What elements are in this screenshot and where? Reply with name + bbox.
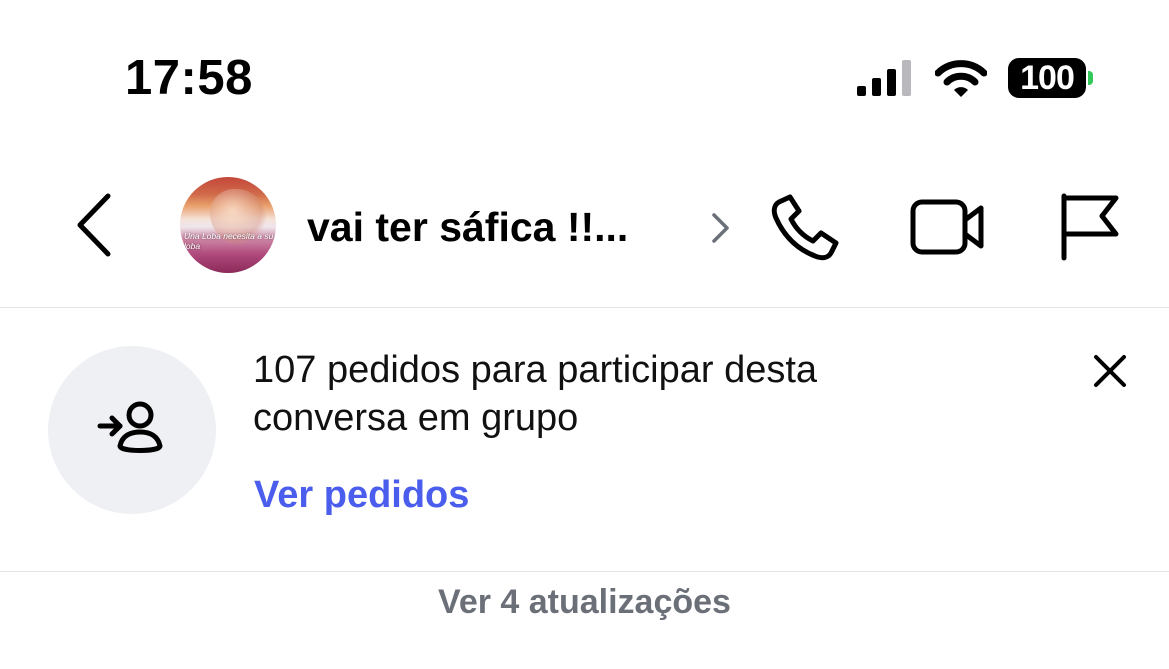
flag-icon (1061, 193, 1119, 261)
status-time: 17:58 (125, 51, 253, 105)
group-avatar[interactable]: Una Loba necesita a su loba (180, 177, 276, 273)
cellular-signal-icon (857, 60, 915, 96)
battery-charging-cap (1088, 71, 1093, 85)
video-call-button[interactable] (909, 196, 987, 258)
battery-icon: 100 (1008, 58, 1093, 98)
view-updates-link[interactable]: Ver 4 atualizações (0, 580, 1169, 624)
close-icon (1094, 355, 1126, 387)
view-requests-link[interactable]: Ver pedidos (254, 471, 469, 519)
back-button[interactable] (72, 190, 118, 260)
avatar-caption: Una Loba necesita a su loba (184, 231, 274, 251)
person-arrow-in-icon (96, 398, 168, 462)
report-button[interactable] (1058, 192, 1122, 262)
chevron-left-icon (77, 193, 111, 257)
header-divider (0, 307, 1169, 308)
phone-icon (771, 194, 839, 261)
wifi-icon (935, 60, 987, 98)
chevron-right-icon (712, 213, 729, 243)
audio-call-button[interactable] (770, 192, 840, 262)
title-chevron[interactable] (709, 211, 731, 245)
join-requests-message: 107 pedidos para participar desta conver… (253, 349, 818, 439)
video-camera-icon (910, 199, 984, 255)
banner-divider (0, 571, 1169, 572)
chat-title[interactable]: vai ter sáfica !!... (307, 203, 628, 251)
dismiss-banner-button[interactable] (1092, 353, 1128, 389)
battery-level: 100 (1008, 58, 1086, 98)
